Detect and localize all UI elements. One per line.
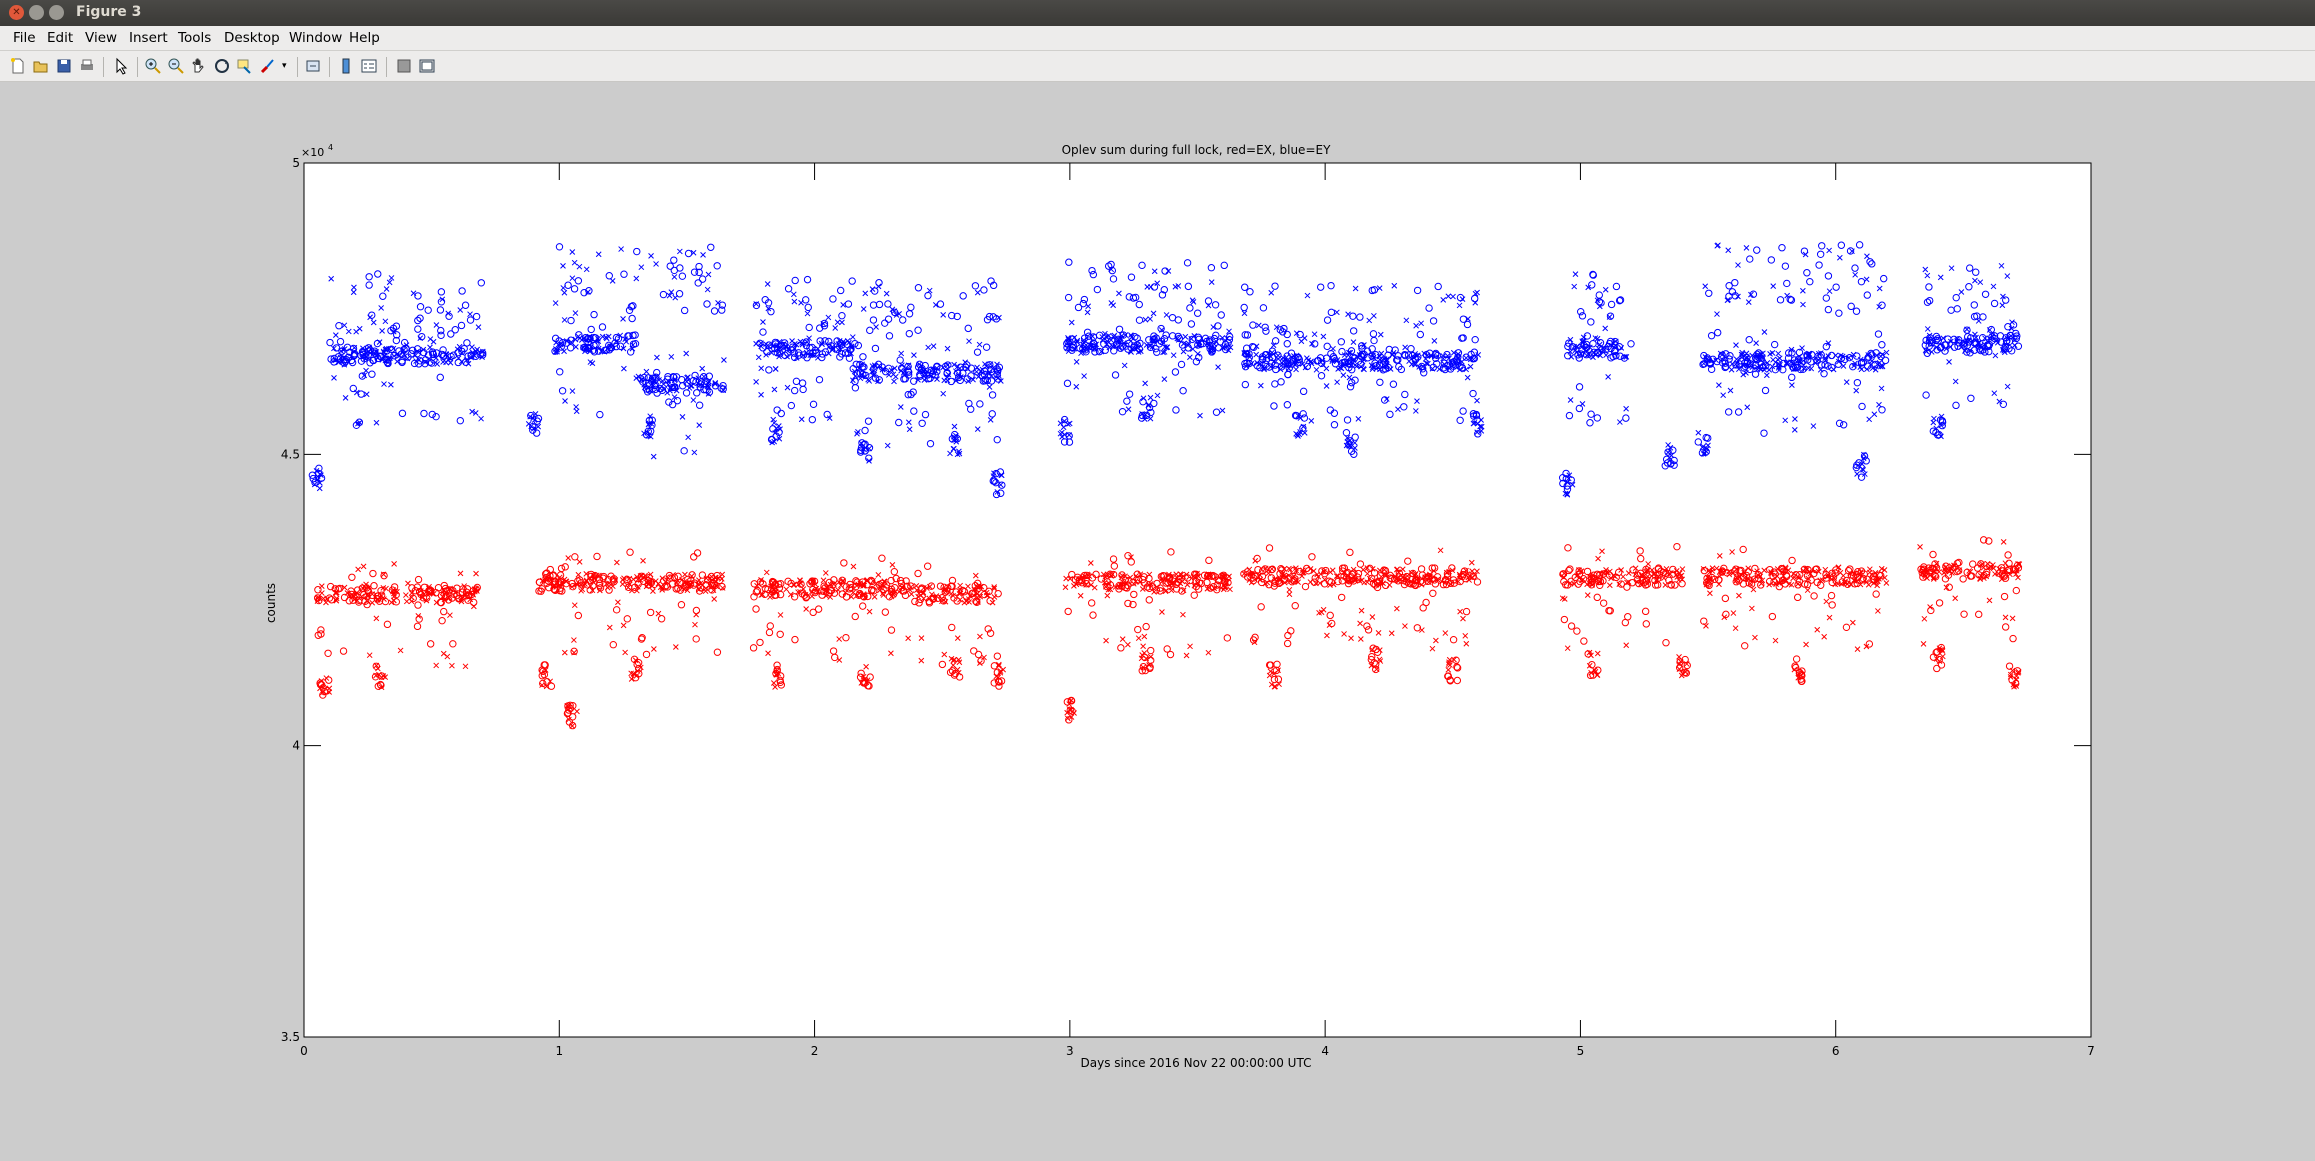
menu-tools[interactable]: Tools [178,30,211,46]
y-tick-label: 3.5 [281,1030,300,1044]
zoom-out-icon[interactable] [167,57,185,75]
x-tick-label: 0 [300,1044,308,1058]
x-tick-label: 4 [1321,1044,1329,1058]
maximize-window-button[interactable] [49,5,64,20]
show-plot-tools-icon[interactable] [418,57,436,75]
menu-window[interactable]: Window [289,30,342,46]
open-file-icon[interactable] [32,57,50,75]
print-icon[interactable] [78,57,96,75]
x-axis-label: Days since 2016 Nov 22 00:00:00 UTC [1081,1056,1312,1070]
chart-title: Oplev sum during full lock, red=EX, blue… [1062,143,1331,157]
figure-canvas: Oplev sum during full lock, red=EX, blue… [4,83,2311,1157]
link-icon[interactable] [304,57,322,75]
new-figure-icon[interactable] [9,57,27,75]
rotate-icon[interactable] [213,57,231,75]
zoom-in-icon[interactable] [144,57,162,75]
y-tick-label: 4 [292,739,300,753]
menu-file[interactable]: File [13,30,36,46]
x-tick-label: 7 [2087,1044,2095,1058]
menu-edit[interactable]: Edit [47,30,73,46]
data-cursor-icon[interactable] [236,57,254,75]
close-window-button[interactable]: ✕ [9,5,24,20]
toolbar-separator [386,57,387,77]
minimize-window-button[interactable] [29,5,44,20]
y-axis-label: counts [264,583,278,623]
axes-box [303,162,2092,1038]
brush-icon[interactable] [259,57,277,75]
x-tick-label: 3 [1066,1044,1074,1058]
y-multiplier-exp: 4 [328,143,333,152]
toolbar-separator [137,57,138,77]
toolbar-separator [329,57,330,77]
window-title: Figure 3 [76,4,142,20]
toolbar-separator [103,57,104,77]
y-tick-label: 4.5 [281,447,300,461]
scatter-plot[interactable]: Oplev sum during full lock, red=EX, blue… [4,83,2311,1157]
menu-insert[interactable]: Insert [129,30,168,46]
menu-view[interactable]: View [85,30,117,46]
save-icon[interactable] [55,57,73,75]
y-multiplier: ×10 [301,146,324,159]
pan-icon[interactable] [190,57,208,75]
menu-help[interactable]: Help [349,30,380,46]
figure-toolbar: ▾ [0,51,2315,82]
x-tick-label: 5 [1577,1044,1585,1058]
menu-desktop[interactable]: Desktop [224,30,280,46]
menu-bar: File Edit View Insert Tools Desktop Wind… [0,26,2315,51]
pointer-icon[interactable] [112,57,130,75]
brush-dropdown-icon[interactable]: ▾ [282,61,287,71]
legend-icon[interactable] [360,57,378,75]
x-tick-label: 6 [1832,1044,1840,1058]
hide-plot-tools-icon[interactable] [395,57,413,75]
window-titlebar: ✕ Figure 3 [0,0,2315,26]
x-tick-label: 1 [555,1044,563,1058]
y-tick-label: 5 [292,156,300,170]
toolbar-separator [297,57,298,77]
colorbar-icon[interactable] [337,57,355,75]
x-tick-label: 2 [811,1044,819,1058]
